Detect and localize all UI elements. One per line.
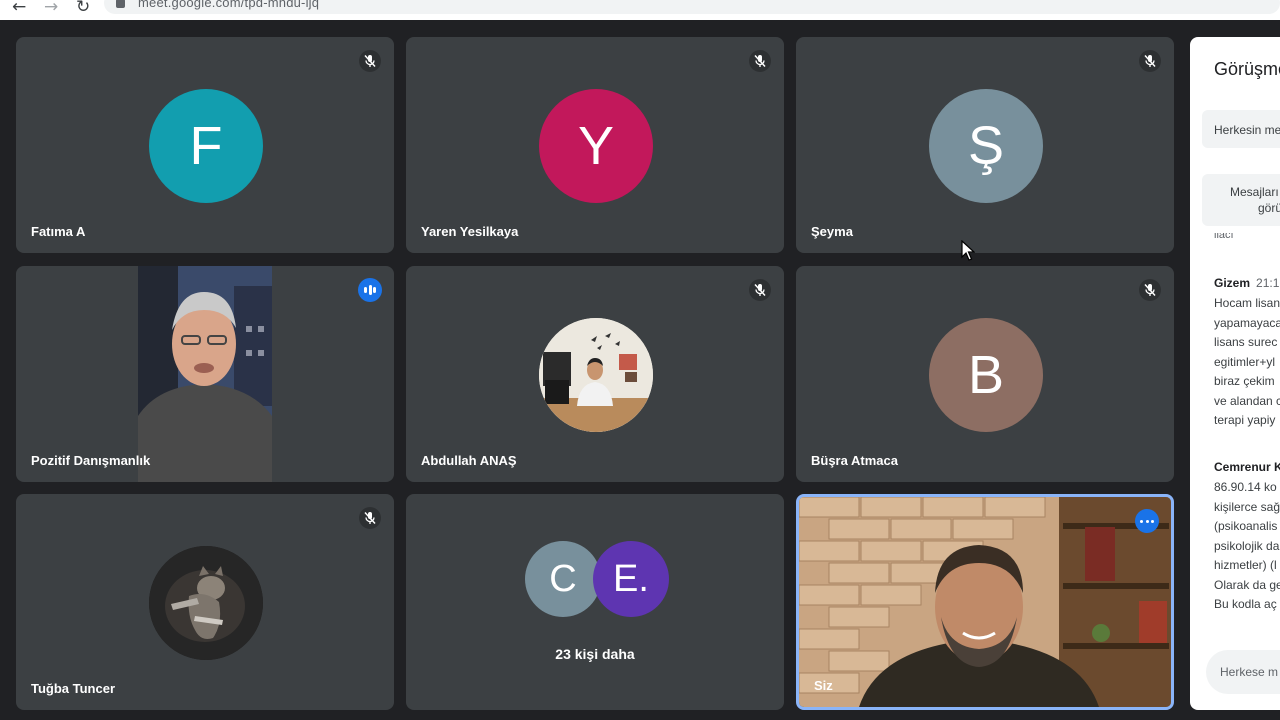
chat-info-line: görü <box>1258 201 1280 215</box>
mic-off-icon <box>749 279 771 301</box>
mic-off-icon <box>359 507 381 529</box>
back-arrow-icon[interactable]: ← <box>12 0 26 17</box>
mic-off-icon <box>1139 50 1161 72</box>
chat-panel-title: Görüşme <box>1214 59 1280 79</box>
chat-message-line: terapi yapiy <box>1214 413 1276 427</box>
avatar-photo <box>539 318 653 432</box>
participant-name: Fatıma A <box>31 224 86 239</box>
mic-off-icon <box>749 50 771 72</box>
avatar: F <box>149 89 263 203</box>
chat-message-line: lisans surec <box>1214 335 1278 349</box>
more-participants-count: 23 kişi daha <box>555 646 635 662</box>
chat-message-line: kişilerce sağ <box>1214 500 1280 514</box>
participant-tile[interactable]: Abdullah ANAŞ <box>406 266 784 482</box>
avatar: Y <box>539 89 653 203</box>
chat-message-line: Olarak da ge <box>1214 578 1280 592</box>
participant-name: Abdullah ANAŞ <box>421 453 517 468</box>
avatar: C <box>525 541 601 617</box>
chat-message-line: 86.90.14 ko <box>1214 480 1277 494</box>
chat-message-line: Bu kodla aç <box>1214 597 1277 611</box>
address-bar[interactable]: meet.google.com/tpd-mhdu-ijq <box>104 0 1280 14</box>
participant-tile[interactable]: Pozitif Danışmanlık <box>16 266 394 482</box>
participant-tile[interactable]: B Büşra Atmaca <box>796 266 1174 482</box>
browser-toolbar: ← → ↻ meet.google.com/tpd-mhdu-ijq <box>0 0 1280 20</box>
avatar-photo <box>149 546 263 660</box>
participant-name: Siz <box>814 678 833 693</box>
chat-message-line: psikolojik da <box>1214 539 1280 553</box>
chat-sender: Gizem 21:1 <box>1214 276 1279 290</box>
self-video <box>799 497 1171 707</box>
chat-info-line: Mesajları <box>1230 185 1279 199</box>
reload-icon[interactable]: ↻ <box>76 0 90 17</box>
mic-off-icon <box>1139 279 1161 301</box>
participant-tile[interactable]: Ş Şeyma <box>796 37 1174 253</box>
mouse-cursor-icon <box>961 240 975 261</box>
chat-setting-toggle[interactable]: Herkesin me <box>1202 110 1280 148</box>
more-participants-tile[interactable]: C E. 23 kişi daha <box>406 494 784 710</box>
participant-name: Şeyma <box>811 224 853 239</box>
participant-tile[interactable]: Tuğba Tuncer <box>16 494 394 710</box>
participant-tile[interactable]: F Fatıma A <box>16 37 394 253</box>
chat-panel: Görüşme Herkesin me Mesajları görü ilacı… <box>1190 37 1280 710</box>
avatar: B <box>929 318 1043 432</box>
chat-message-line: hizmetler) (l <box>1214 558 1277 572</box>
url-text: meet.google.com/tpd-mhdu-ijq <box>138 0 320 10</box>
chat-message-line: Hocam lisan <box>1214 296 1280 310</box>
chat-sender-name: Cemrenur K <box>1214 460 1280 474</box>
mic-off-icon <box>359 50 381 72</box>
avatar: Ş <box>929 89 1043 203</box>
chat-input[interactable]: Herkese m <box>1206 650 1280 694</box>
participant-name: Büşra Atmaca <box>811 453 898 468</box>
participant-name: Yaren Yesilkaya <box>421 224 519 239</box>
chat-message-line: yapamayaca <box>1214 316 1280 330</box>
chat-sender-name: Gizem <box>1214 276 1251 290</box>
chat-info-notice: Mesajları görü <box>1202 174 1280 226</box>
self-tile[interactable]: Siz <box>796 494 1174 710</box>
chat-message-line: egitimler+yl <box>1214 355 1276 369</box>
chat-message-line: ve alandan c <box>1214 394 1280 408</box>
chat-sender: Cemrenur K <box>1214 460 1280 474</box>
participant-video <box>138 266 272 482</box>
participant-name: Pozitif Danışmanlık <box>31 453 151 468</box>
chat-message-line: (psikoanalis <box>1214 519 1278 533</box>
participant-tile[interactable]: Y Yaren Yesilkaya <box>406 37 784 253</box>
forward-arrow-icon[interactable]: → <box>44 0 58 17</box>
chat-message-line: biraz çekim <box>1214 374 1275 388</box>
chat-message-fragment: ilacı <box>1214 233 1234 241</box>
more-options-icon[interactable] <box>1135 509 1159 533</box>
speaking-indicator-icon <box>358 278 382 302</box>
lock-icon <box>116 0 125 8</box>
participant-name: Tuğba Tuncer <box>31 681 116 696</box>
chat-timestamp: 21:1 <box>1256 276 1280 290</box>
avatar: E. <box>593 541 669 617</box>
